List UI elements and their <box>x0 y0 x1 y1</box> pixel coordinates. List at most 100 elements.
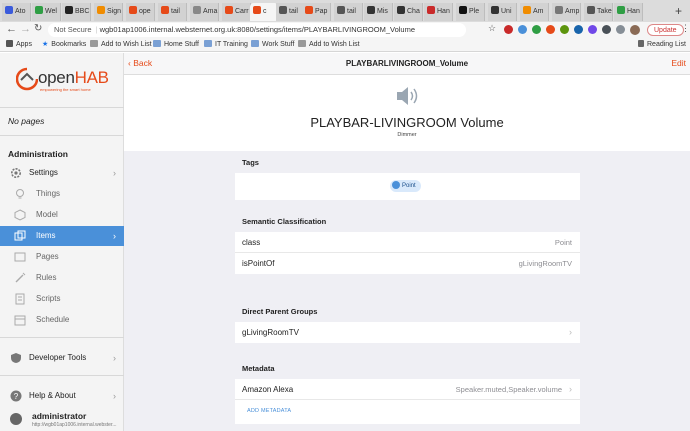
browser-tab[interactable]: Sign <box>94 3 123 21</box>
browser-tab[interactable]: tail <box>158 3 187 21</box>
browser-tab[interactable]: Han <box>614 3 643 21</box>
reload-icon[interactable]: ↻ <box>34 23 42 34</box>
browser-tab[interactable]: Wel <box>32 3 61 21</box>
browser-tab[interactable]: Ato <box>2 3 31 21</box>
bookmark-wishlist-2[interactable]: Add to Wish List <box>298 40 360 48</box>
page-title: PLAYBARLIVINGROOM_Volume <box>345 59 469 68</box>
globe-icon <box>90 40 98 47</box>
no-pages-label: No pages <box>8 116 45 126</box>
browser-tab[interactable]: BBC <box>62 3 91 21</box>
parent-groups-card: gLivingRoomTV › <box>235 322 580 343</box>
browser-tab[interactable]: Carr <box>222 3 251 21</box>
list-item: isPointOf gLivingRoomTV <box>235 253 580 274</box>
browser-tab[interactable]: tail <box>334 3 363 21</box>
browser-tab[interactable]: Cha <box>394 3 423 21</box>
row-value: gLivingRoomTV <box>518 259 572 268</box>
forward-arrow-icon[interactable]: → <box>20 23 31 35</box>
extension-icon[interactable] <box>602 25 611 34</box>
list-item: class Point <box>235 232 580 253</box>
sidebar-item-items[interactable]: Items › <box>0 226 124 246</box>
tags-card: Point <box>235 173 580 200</box>
sidebar-item-label: Settings <box>29 168 58 177</box>
bookmark-label: Work Stuff <box>262 41 295 48</box>
menu-kebab-icon[interactable]: ⋮ <box>681 23 690 34</box>
administration-heading: Administration <box>8 149 68 159</box>
back-arrow-icon[interactable]: ← <box>6 23 17 35</box>
folder-icon <box>204 40 212 47</box>
sidebar-item-help-about[interactable]: ? Help & About › <box>0 386 124 406</box>
extension-icon[interactable] <box>546 25 555 34</box>
extension-icon[interactable] <box>504 25 513 34</box>
browser-tab[interactable]: tail <box>276 3 305 21</box>
sidebar-item-things[interactable]: Things <box>0 184 124 204</box>
tab-label: tail <box>171 8 180 15</box>
user-avatar-icon[interactable] <box>10 413 22 425</box>
profile-avatar[interactable] <box>630 25 640 35</box>
address-bar[interactable]: Not Secure | wgb01ap1006.internal.webster… <box>48 23 466 37</box>
extension-icon[interactable] <box>532 25 541 34</box>
openhab-logo-icon <box>16 67 38 91</box>
browser-tab[interactable]: Pap <box>302 3 331 21</box>
divider <box>0 135 124 136</box>
sidebar-item-schedule[interactable]: Schedule <box>0 310 124 330</box>
tab-label: Take <box>597 8 612 15</box>
openhab-logo[interactable]: openHAB empowering the smart home <box>16 65 109 93</box>
sidebar-item-scripts[interactable]: Scripts <box>0 289 124 309</box>
sidebar-item-label: Things <box>36 189 61 198</box>
sidebar-item-settings[interactable]: Settings › <box>0 163 124 183</box>
row-label: gLivingRoomTV <box>242 328 299 337</box>
bookmark-star-icon[interactable]: ☆ <box>488 23 496 34</box>
sidebar-item-model[interactable]: Model <box>0 205 124 225</box>
extension-icon[interactable] <box>518 25 527 34</box>
new-tab-button[interactable]: + <box>675 4 682 18</box>
metadata-heading: Metadata <box>242 364 275 373</box>
extension-icon[interactable] <box>588 25 597 34</box>
puzzle-icon[interactable] <box>616 25 625 34</box>
bookmark-bookmarks[interactable]: ★ Bookmarks <box>42 40 86 48</box>
browser-tab[interactable]: Amp <box>552 3 581 21</box>
reading-list-label: Reading List <box>647 41 686 48</box>
sidebar-item-rules[interactable]: Rules <box>0 268 124 288</box>
row-value: Point <box>554 238 572 247</box>
tab-label: Uni <box>501 8 512 15</box>
tag-icon <box>392 180 400 189</box>
tab-label: Pap <box>315 8 328 15</box>
browser-tab[interactable]: Ple <box>456 3 485 21</box>
browser-tab[interactable]: Ama <box>190 3 219 21</box>
add-metadata-button[interactable]: ADD METADATA <box>247 408 291 414</box>
parent-group-row[interactable]: gLivingRoomTV › <box>235 322 580 343</box>
edit-link[interactable]: Edit <box>671 58 686 68</box>
sidebar-item-pages[interactable]: Pages <box>0 247 124 267</box>
bookmark-folder-home[interactable]: Home Stuff <box>153 40 199 48</box>
browser-tab[interactable]: Han <box>424 3 453 21</box>
browser-tab[interactable]: Take <box>584 3 613 21</box>
bookmark-folder-work[interactable]: Work Stuff <box>251 40 294 48</box>
browser-tab[interactable]: c <box>250 3 279 21</box>
metadata-row[interactable]: Amazon Alexa Speaker.muted,Speaker.volum… <box>235 379 580 400</box>
browser-tab[interactable]: ope <box>126 3 155 21</box>
reading-list[interactable]: Reading List <box>638 40 686 48</box>
sidebar-item-developer-tools[interactable]: Developer Tools › <box>0 348 124 368</box>
bookmark-label: IT Training <box>215 41 248 48</box>
bookmark-label: Add to Wish List <box>101 41 152 48</box>
browser-tab[interactable]: Am <box>520 3 549 21</box>
bookmark-apps[interactable]: Apps <box>6 40 32 48</box>
extension-icon[interactable] <box>574 25 583 34</box>
logo-text: openHAB <box>38 68 109 88</box>
chevron-right-icon: › <box>113 391 116 401</box>
update-button[interactable]: Update <box>647 24 684 36</box>
sidebar-item-label: Schedule <box>36 315 70 324</box>
bookmark-folder-it[interactable]: IT Training <box>204 40 248 48</box>
browser-tab[interactable]: Uni <box>488 3 517 21</box>
tab-label: Ple <box>469 8 480 15</box>
tab-label: Am <box>533 8 544 15</box>
tag-chip[interactable]: Point <box>390 180 421 192</box>
sidebar-item-label: Scripts <box>36 294 61 303</box>
user-name[interactable]: administrator <box>32 411 86 421</box>
browser-tab[interactable]: Mis <box>364 3 393 21</box>
page-icon <box>14 252 26 262</box>
speaker-volume-icon <box>388 79 424 113</box>
bookmark-wishlist[interactable]: Add to Wish List <box>90 40 152 48</box>
extension-icon[interactable] <box>560 25 569 34</box>
tags-heading: Tags <box>242 158 259 167</box>
